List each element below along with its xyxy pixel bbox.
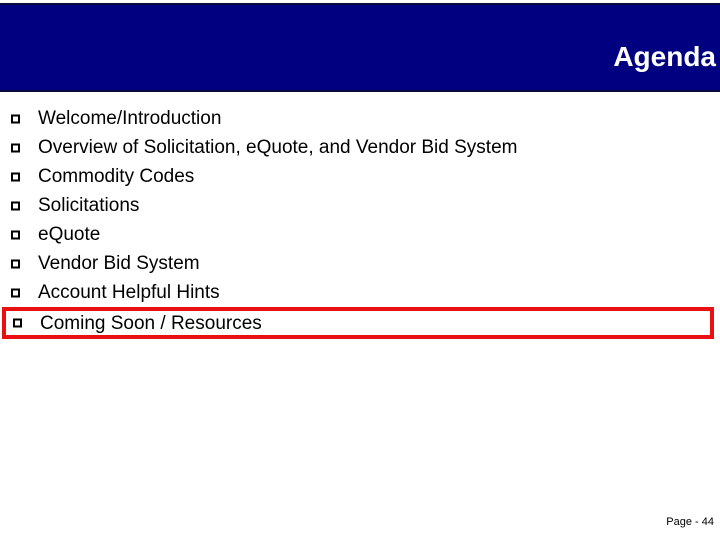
list-item-label: Welcome/Introduction	[38, 108, 222, 129]
hollow-square-bullet-icon	[11, 201, 20, 210]
page-number: Page - 44	[666, 516, 714, 528]
list-item-label: Solicitations	[38, 195, 140, 216]
list-item-label: Coming Soon / Resources	[40, 312, 262, 334]
list-item[interactable]: Account Helpful Hints	[0, 278, 720, 307]
list-item[interactable]: Commodity Codes	[0, 162, 720, 191]
title-banner: Agenda	[0, 3, 720, 92]
hollow-square-bullet-icon	[11, 172, 20, 181]
hollow-square-bullet-icon	[11, 143, 20, 152]
hollow-square-bullet-icon	[11, 288, 20, 297]
list-item-label: Vendor Bid System	[38, 253, 200, 274]
list-item[interactable]: eQuote	[0, 220, 720, 249]
list-item[interactable]: Overview of Solicitation, eQuote, and Ve…	[0, 133, 720, 162]
list-item-label: Account Helpful Hints	[38, 282, 220, 303]
slide: Agenda Welcome/Introduction Overview of …	[0, 0, 720, 540]
list-item-highlighted[interactable]: Coming Soon / Resources	[2, 307, 714, 339]
page-title: Agenda	[613, 40, 716, 72]
list-item[interactable]: Welcome/Introduction	[0, 104, 720, 133]
list-item[interactable]: Vendor Bid System	[0, 249, 720, 278]
list-item[interactable]: Solicitations	[0, 191, 720, 220]
list-item-label: Commodity Codes	[38, 166, 195, 187]
hollow-square-bullet-icon	[11, 259, 20, 268]
agenda-list: Welcome/Introduction Overview of Solicit…	[0, 104, 720, 339]
list-item-label: Overview of Solicitation, eQuote, and Ve…	[38, 137, 518, 158]
hollow-square-bullet-icon	[11, 230, 20, 239]
list-item-label: eQuote	[38, 224, 101, 245]
hollow-square-bullet-icon	[13, 318, 22, 328]
hollow-square-bullet-icon	[11, 114, 20, 123]
